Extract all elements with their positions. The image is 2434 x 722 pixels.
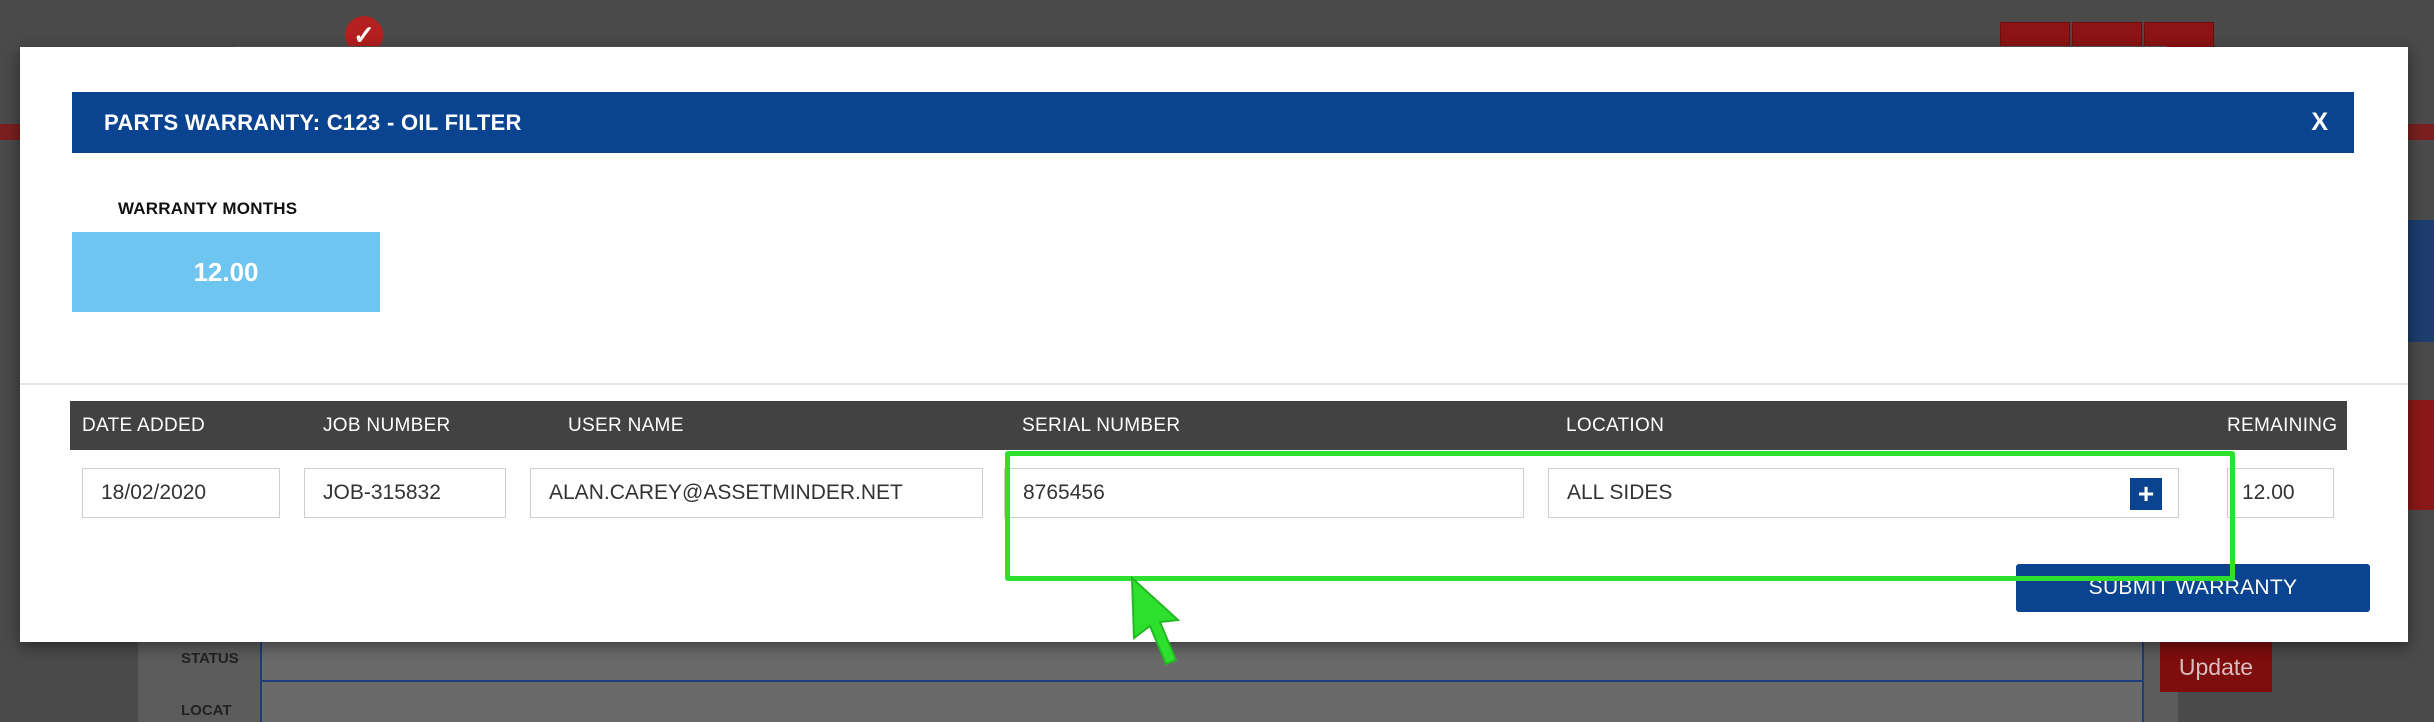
background-status-label: STATUS xyxy=(181,650,239,667)
remaining-field[interactable] xyxy=(2227,468,2334,518)
background-update-button: Update xyxy=(2160,642,2272,692)
background-location-label: LOCAT xyxy=(181,702,232,719)
warranty-months-label: WARRANTY MONTHS xyxy=(118,199,298,218)
modal-title: PARTS WARRANTY: C123 - OIL FILTER xyxy=(104,110,522,135)
background-side-tab xyxy=(2404,400,2434,510)
user-name-field[interactable] xyxy=(530,468,983,518)
location-value: ALL SIDES xyxy=(1567,481,1673,504)
modal-header: PARTS WARRANTY: C123 - OIL FILTER X xyxy=(72,92,2354,153)
column-header-user-name: USER NAME xyxy=(568,415,684,436)
submit-warranty-button[interactable]: SUBMIT WARRANTY xyxy=(2016,564,2370,612)
column-header-location: LOCATION xyxy=(1566,415,1665,436)
divider xyxy=(20,383,2408,385)
plus-icon[interactable]: + xyxy=(2130,478,2162,510)
column-header-remaining: REMAINING xyxy=(2227,415,2338,436)
column-header-serial-number: SERIAL NUMBER xyxy=(1022,415,1181,436)
serial-number-input[interactable] xyxy=(1004,468,1524,518)
arrow-cursor-icon xyxy=(1130,575,1181,666)
location-field[interactable]: ALL SIDES + xyxy=(1548,468,2179,518)
warranty-months-value: 12.00 xyxy=(72,232,380,312)
date-added-field[interactable] xyxy=(82,468,280,518)
column-header-job-number: JOB NUMBER xyxy=(323,415,451,436)
parts-warranty-modal: PARTS WARRANTY: C123 - OIL FILTER X WARR… xyxy=(20,47,2408,666)
table-header: DATE ADDED JOB NUMBER USER NAME SERIAL N… xyxy=(70,401,2347,450)
background-side-tab xyxy=(2404,220,2434,342)
job-number-field[interactable] xyxy=(304,468,506,518)
background-table-divider xyxy=(260,680,2144,682)
column-header-date-added: DATE ADDED xyxy=(82,415,206,436)
close-button[interactable]: X xyxy=(2305,92,2334,153)
